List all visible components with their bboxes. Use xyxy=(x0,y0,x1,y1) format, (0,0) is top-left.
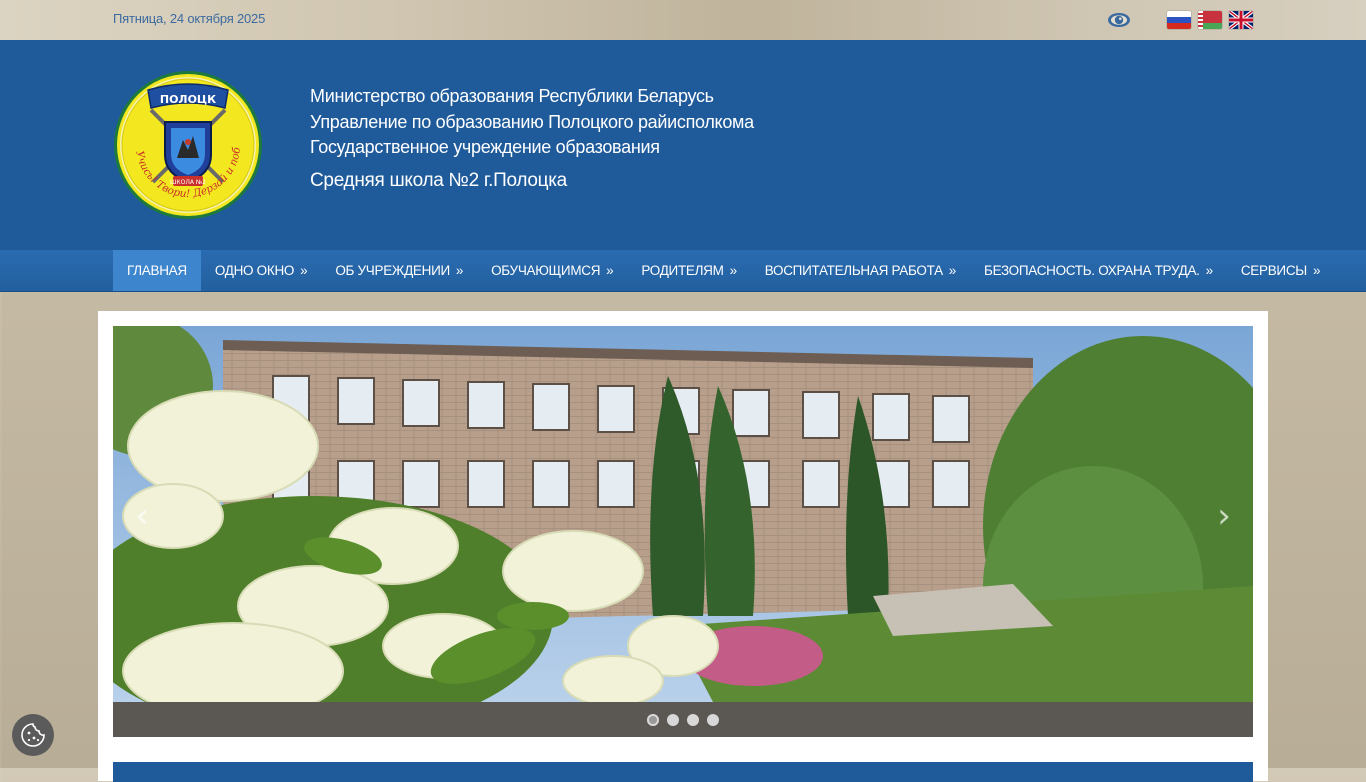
header-line-institution: Государственное учреждение образования xyxy=(310,137,660,157)
header-line-ministry: Министерство образования Республики Бела… xyxy=(310,86,714,106)
slide-image-school-building xyxy=(113,326,1253,702)
submenu-arrow-icon: » xyxy=(606,263,614,278)
nav-item-label: РОДИТЕЛЯМ xyxy=(641,263,724,278)
nav-item-label: ГЛАВНАЯ xyxy=(127,263,187,278)
nav-item-students[interactable]: ОБУЧАЮЩИМСЯ » xyxy=(477,250,627,291)
slider-pagination xyxy=(113,702,1253,737)
submenu-arrow-icon: » xyxy=(729,263,738,278)
submenu-arrow-icon: » xyxy=(948,263,957,278)
flag-by-icon[interactable] xyxy=(1198,11,1222,29)
nav-item-safety[interactable]: БЕЗОПАСНОСТЬ. ОХРАНА ТРУДА. » xyxy=(970,250,1227,291)
logo-top-text: ПОЛОЦК xyxy=(160,93,216,106)
submenu-arrow-icon: » xyxy=(1205,263,1214,278)
header-titles: Министерство образования Республики Бела… xyxy=(310,84,754,192)
slider-dot-1[interactable] xyxy=(647,713,659,726)
flag-en-icon[interactable] xyxy=(1229,11,1253,29)
slider-next-button[interactable]: › xyxy=(1209,496,1239,536)
nav-item-label: ОБ УЧРЕЖДЕНИИ xyxy=(335,263,450,278)
nav-item-label: ОБУЧАЮЩИМСЯ xyxy=(491,263,601,278)
nav-item-home[interactable]: ГЛАВНАЯ xyxy=(113,250,201,291)
accessibility-eye-icon[interactable] xyxy=(1107,11,1131,29)
nav-item-services[interactable]: СЕРВИСЫ » xyxy=(1227,250,1334,291)
header-line-department: Управление по образованию Полоцкого райи… xyxy=(310,111,754,132)
nav-item-label: ВОСПИТАТЕЛЬНАЯ РАБОТА xyxy=(764,263,943,278)
slider-dot-3[interactable] xyxy=(687,713,699,726)
nav-item-upbringing[interactable]: ВОСПИТАТЕЛЬНАЯ РАБОТА » xyxy=(751,250,970,291)
main-nav: ГЛАВНАЯ ОДНО ОКНО » ОБ УЧРЕЖДЕНИИ » ОБУЧАЮ… xyxy=(0,250,1366,292)
submenu-arrow-icon: » xyxy=(1312,263,1321,278)
image-slider[interactable]: ‹ › xyxy=(113,326,1253,702)
cookie-settings-button[interactable] xyxy=(12,714,54,756)
nav-item-about[interactable]: ОБ УЧРЕЖДЕНИИ » xyxy=(321,250,477,291)
language-switcher xyxy=(1167,11,1253,29)
top-bar: Пятница, 24 октября 2025 xyxy=(0,0,1366,40)
logo-badge-text: ШКОЛА №2 xyxy=(170,179,206,186)
flag-ru-icon[interactable] xyxy=(1167,11,1191,29)
school-name: Средняя школа №2 г.Полоцка xyxy=(310,169,567,191)
section-header-bar xyxy=(113,762,1253,782)
school-logo[interactable]: ПОЛОЦК ШКОЛА №2 Учись! Твори! Дерзай и п… xyxy=(107,61,263,220)
submenu-arrow-icon: » xyxy=(455,263,464,278)
cookie-icon xyxy=(21,723,45,747)
nav-item-label: БЕЗОПАСНОСТЬ. ОХРАНА ТРУДА. xyxy=(984,263,1200,278)
content-card: ‹ › xyxy=(98,311,1268,782)
nav-item-label: СЕРВИСЫ xyxy=(1240,263,1307,278)
nav-item-parents[interactable]: РОДИТЕЛЯМ » xyxy=(627,250,750,291)
nav-item-one-window[interactable]: ОДНО ОКНО » xyxy=(201,250,321,291)
nav-item-label: ОДНО ОКНО xyxy=(214,263,295,278)
site-header: ПОЛОЦК ШКОЛА №2 Учись! Твори! Дерзай и п… xyxy=(0,40,1366,250)
current-date: Пятница, 24 октября 2025 xyxy=(113,11,266,26)
submenu-arrow-icon: » xyxy=(300,263,308,278)
slider-dot-2[interactable] xyxy=(667,713,679,726)
slider-dot-4[interactable] xyxy=(707,713,719,726)
slider-prev-button[interactable]: ‹ xyxy=(127,496,157,536)
